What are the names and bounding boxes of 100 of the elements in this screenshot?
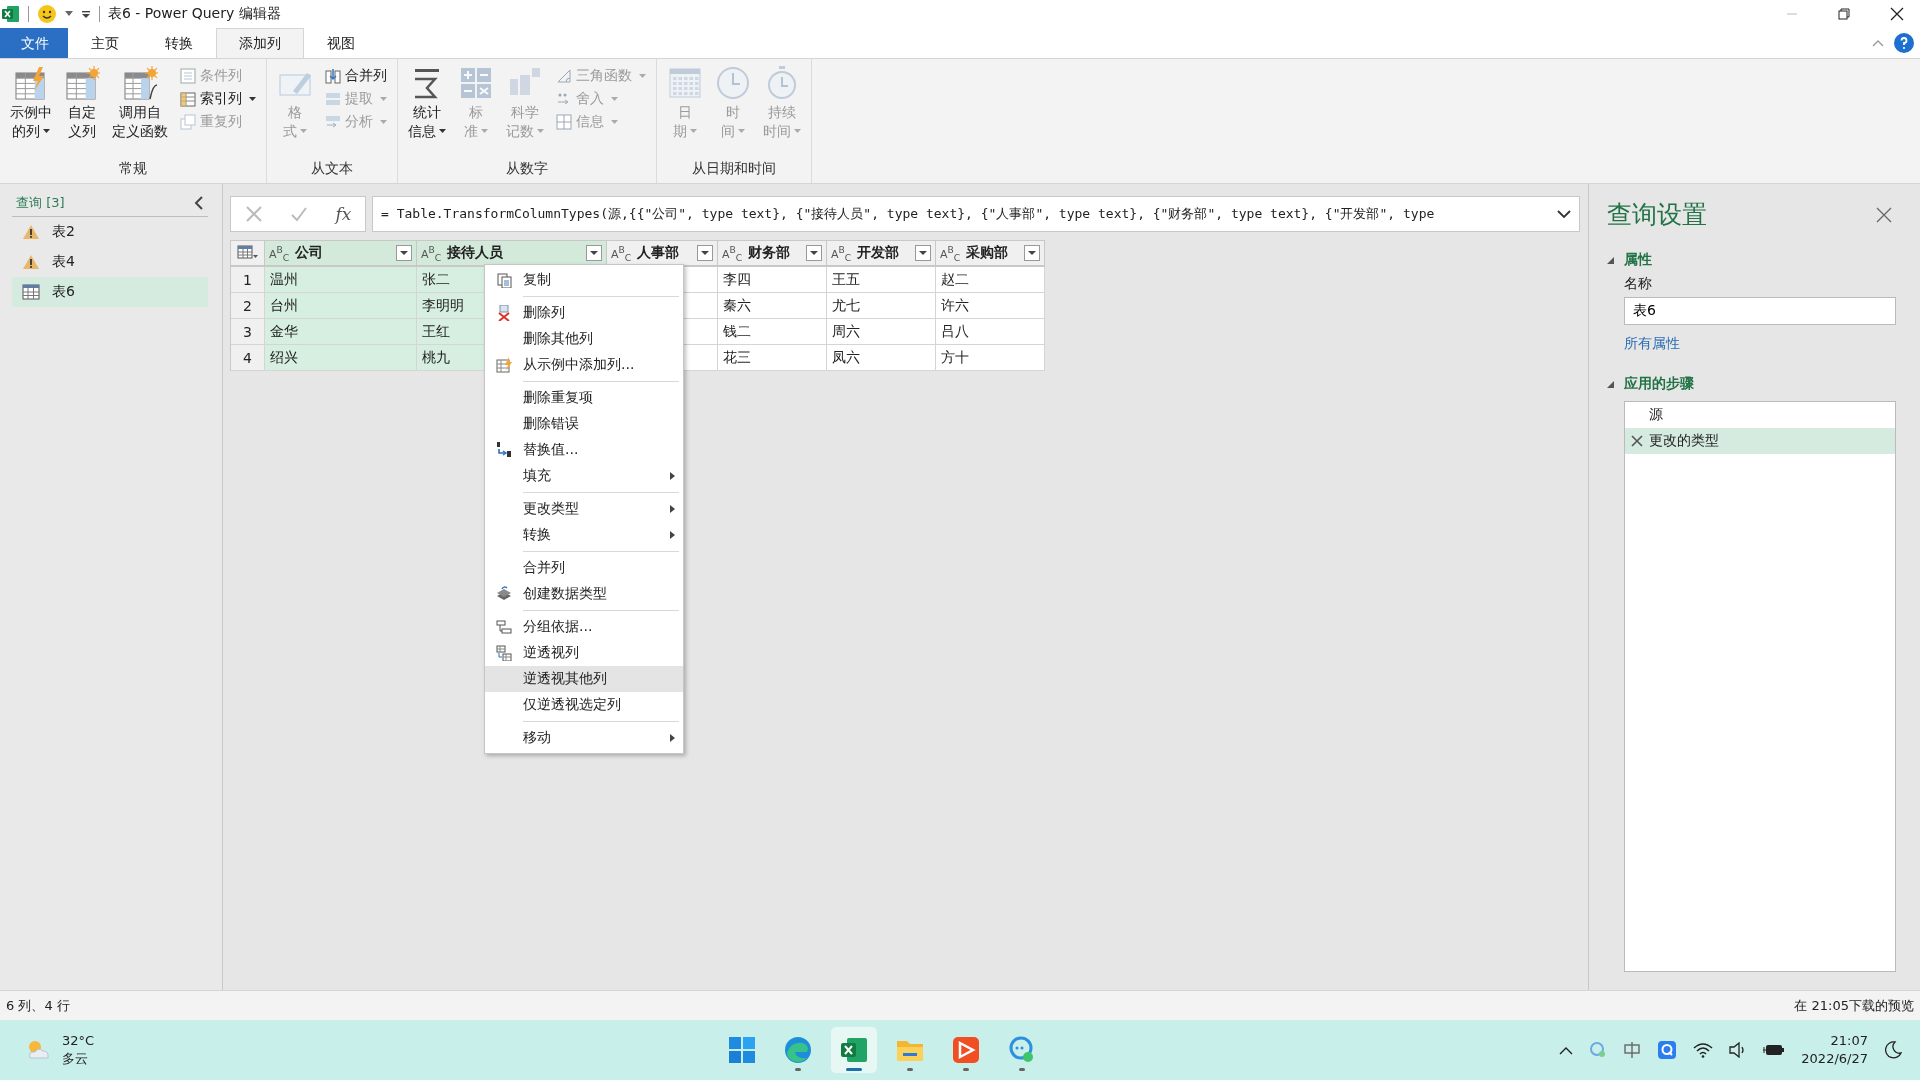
ribbon-button[interactable]: 统计 信息 xyxy=(404,63,450,160)
wifi-icon[interactable] xyxy=(1693,1042,1714,1058)
column-header[interactable]: A$^{B}$$_{C}$ 采购部 xyxy=(936,241,1045,267)
table-menu-icon[interactable] xyxy=(236,245,259,261)
app-tray-icon[interactable] xyxy=(1657,1040,1678,1060)
filter-dropdown-icon[interactable] xyxy=(396,245,412,261)
menu-item[interactable]: 逆透视其他列 xyxy=(485,666,683,692)
menu-item[interactable]: 合并列 xyxy=(485,555,683,581)
row-number: 2 xyxy=(231,293,265,319)
ribbon-button[interactable]: 索引列 xyxy=(176,88,260,110)
table-cell: 花三 xyxy=(718,345,827,371)
merge-columns-icon xyxy=(325,68,341,84)
menu-item[interactable]: 替换值... xyxy=(485,437,683,463)
collapse-pane-icon[interactable] xyxy=(194,196,204,210)
filter-dropdown-icon[interactable] xyxy=(806,245,822,261)
duplicate-column-icon xyxy=(180,114,196,130)
clock-date[interactable]: 2022/6/27 xyxy=(1801,1050,1868,1068)
restore-icon[interactable] xyxy=(1838,8,1850,20)
replace-values-icon xyxy=(496,442,512,458)
condition-column-icon xyxy=(180,68,196,84)
step-item[interactable]: 源 xyxy=(1625,402,1895,428)
warning-icon xyxy=(22,254,40,270)
filter-dropdown-icon[interactable] xyxy=(1024,245,1040,261)
function-button[interactable]: fx xyxy=(335,204,352,224)
group-label: 常规 xyxy=(119,160,147,178)
window-title: 表6 - Power Query 编辑器 xyxy=(108,5,281,23)
clock-time[interactable]: 21:07 xyxy=(1830,1032,1868,1050)
info-grid-icon xyxy=(556,114,572,130)
menu-item[interactable]: 分组依据... xyxy=(485,614,683,640)
column-header[interactable]: A$^{B}$$_{C}$ 公司 xyxy=(265,241,417,267)
table-cell: 金华 xyxy=(265,319,417,345)
group-label: 从日期和时间 xyxy=(692,160,776,178)
column-header[interactable]: A$^{B}$$_{C}$ 人事部 xyxy=(607,241,718,267)
ribbon-tab[interactable]: 视图 xyxy=(304,28,378,58)
menu-item[interactable]: 更改类型 xyxy=(485,496,683,522)
group-label: 从文本 xyxy=(311,160,353,178)
ribbon-tab[interactable]: 主页 xyxy=(68,28,142,58)
menu-item[interactable]: 移动 xyxy=(485,725,683,751)
status-text: 在 21:05下载的预览 xyxy=(1794,996,1914,1015)
customize-toolbar-icon[interactable] xyxy=(81,9,91,19)
collapse-ribbon-icon[interactable] xyxy=(1872,39,1884,47)
collapse-triangle-icon[interactable] xyxy=(1607,380,1614,388)
filter-dropdown-icon[interactable] xyxy=(697,245,713,261)
column-header[interactable]: A$^{B}$$_{C}$ 财务部 xyxy=(718,241,827,267)
parse-icon xyxy=(325,114,341,130)
table-function-icon xyxy=(122,65,158,101)
menu-item[interactable]: 填充 xyxy=(485,463,683,489)
ribbon-button[interactable]: 自定 义列 xyxy=(60,63,104,160)
browser-icon xyxy=(782,1035,813,1065)
field-label: 名称 xyxy=(1624,275,1653,293)
query-item[interactable]: 表2 xyxy=(12,217,208,247)
filter-dropdown-icon[interactable] xyxy=(915,245,931,261)
row-number: 1 xyxy=(231,267,265,293)
ribbon-tab[interactable]: 转换 xyxy=(142,28,216,58)
table-cell: 吕八 xyxy=(936,319,1045,345)
windows-logo-icon xyxy=(726,1035,757,1065)
ribbon-button[interactable]: 示例中 的列 xyxy=(6,63,56,160)
ribbon-tab[interactable]: 文件 xyxy=(0,28,68,58)
table-cell: 周六 xyxy=(827,319,936,345)
unpivot-icon xyxy=(496,645,512,661)
section-heading: 应用的步骤 xyxy=(1624,375,1694,393)
caret-icon[interactable] xyxy=(65,11,73,17)
table-lightning-icon xyxy=(496,357,512,373)
help-icon[interactable] xyxy=(1894,33,1914,53)
menu-item[interactable]: 仅逆透视选定列 xyxy=(485,692,683,718)
filter-dropdown-icon[interactable] xyxy=(586,245,602,261)
table-cell: 钱二 xyxy=(718,319,827,345)
smiley-icon[interactable] xyxy=(37,4,57,24)
all-properties-link[interactable]: 所有属性 xyxy=(1624,335,1680,353)
column-header[interactable]: A$^{B}$$_{C}$ 开发部 xyxy=(827,241,936,267)
menu-item[interactable]: 删除错误 xyxy=(485,411,683,437)
taskbar-button[interactable] xyxy=(830,1027,877,1073)
menu-item[interactable]: 创建数据类型 xyxy=(485,581,683,607)
input-method-icon[interactable] xyxy=(1623,1041,1642,1059)
show-hidden-icons-icon[interactable] xyxy=(1559,1045,1574,1055)
table-cell: 秦六 xyxy=(718,293,827,319)
delete-step-icon[interactable] xyxy=(1631,435,1643,447)
weather-condition: 多云 xyxy=(62,1050,89,1068)
table-cell: 许六 xyxy=(936,293,1045,319)
battery-icon[interactable] xyxy=(1763,1043,1786,1057)
play-icon xyxy=(950,1035,981,1065)
query-item[interactable]: 表6 xyxy=(12,277,208,307)
ribbon-button[interactable]: 合并列 xyxy=(321,65,391,87)
collapse-triangle-icon[interactable] xyxy=(1607,256,1614,264)
menu-item[interactable]: 转换 xyxy=(485,522,683,548)
query-item[interactable]: 表4 xyxy=(12,247,208,277)
ribbon-tab[interactable]: 添加列 xyxy=(216,28,304,58)
moon-icon[interactable] xyxy=(1884,1041,1902,1059)
ribbon-button[interactable]: 调用自 定义函数 xyxy=(108,63,172,160)
name-field[interactable]: 表6 xyxy=(1624,297,1896,325)
column-header[interactable]: A$^{B}$$_{C}$ 接待人员 xyxy=(417,241,607,267)
triangle-icon xyxy=(556,68,572,84)
formula-field[interactable]: = Table.TransformColumnTypes(源,{{"公司", type text}, {"接待人员", type text}, {"人事部", type text}, {"财务部", type text}, {"开发部", type xyxy=(372,196,1580,232)
expand-icon[interactable] xyxy=(1557,209,1571,219)
row-number: 4 xyxy=(231,345,265,371)
step-item[interactable]: 更改的类型 xyxy=(1625,428,1895,454)
close-icon[interactable] xyxy=(1890,7,1904,21)
operators-grid-icon xyxy=(458,65,494,101)
menu-item[interactable]: 删除重复项 xyxy=(485,385,683,411)
menu-item[interactable]: 逆透视列 xyxy=(485,640,683,666)
